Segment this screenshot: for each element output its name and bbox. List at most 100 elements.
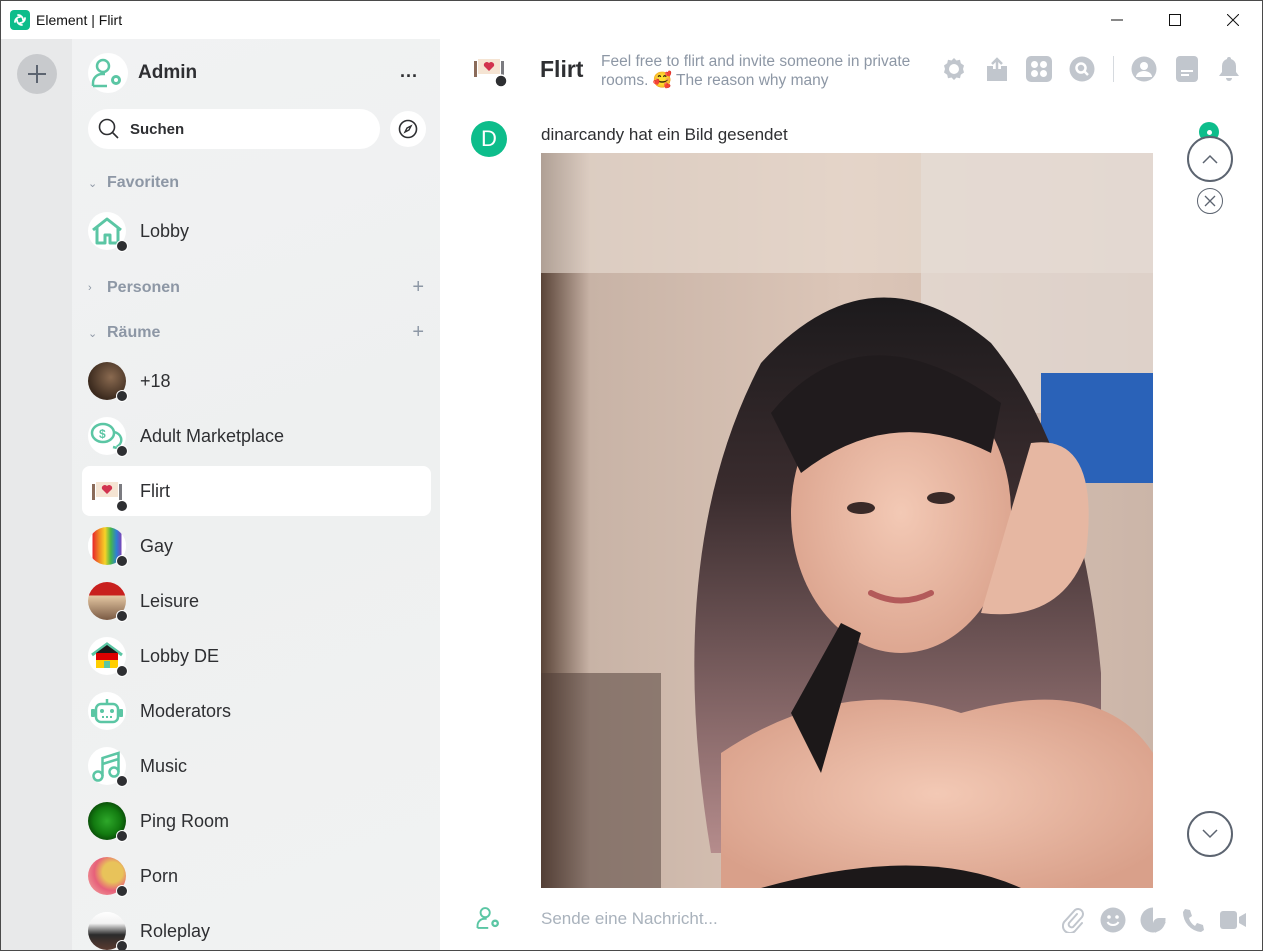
room-item[interactable]: Roleplay bbox=[82, 906, 431, 950]
user-avatar[interactable] bbox=[88, 53, 128, 93]
message-image[interactable] bbox=[541, 153, 1153, 888]
room-avatar bbox=[88, 637, 128, 677]
emoji-icon bbox=[1100, 907, 1126, 933]
svg-text:$: $ bbox=[99, 427, 106, 441]
explore-rooms-button[interactable] bbox=[390, 111, 426, 147]
close-icon bbox=[1204, 195, 1216, 207]
threads-button[interactable] bbox=[1173, 55, 1201, 83]
jump-to-unread-button[interactable] bbox=[1187, 136, 1233, 182]
emoji-button[interactable] bbox=[1100, 907, 1126, 933]
share-room-button[interactable] bbox=[983, 55, 1011, 83]
maximize-icon bbox=[1169, 14, 1181, 26]
room-name: Adult Marketplace bbox=[140, 425, 285, 446]
room-settings-button[interactable] bbox=[940, 55, 968, 83]
video-call-button[interactable] bbox=[1220, 907, 1246, 933]
room-avatar bbox=[88, 857, 128, 897]
search-placeholder: Suchen bbox=[130, 120, 185, 138]
video-call-icon bbox=[1220, 911, 1246, 929]
close-window-button[interactable] bbox=[1204, 1, 1262, 39]
jump-to-bottom-button[interactable] bbox=[1187, 811, 1233, 857]
room-name: Ping Room bbox=[140, 810, 230, 831]
dismiss-unread-button[interactable] bbox=[1197, 188, 1223, 214]
sticker-button[interactable] bbox=[1140, 907, 1166, 933]
search-icon bbox=[98, 118, 119, 139]
apps-button[interactable] bbox=[1025, 55, 1053, 83]
message-composer bbox=[440, 889, 1262, 950]
room-name: Lobby DE bbox=[140, 645, 220, 666]
room-item[interactable]: Lobby DE bbox=[82, 631, 431, 681]
add-person-button[interactable]: + bbox=[412, 276, 424, 298]
notifications-icon bbox=[1219, 57, 1239, 81]
timeline[interactable]: D dinarcandy hat ein Bild gesendet bbox=[440, 103, 1262, 889]
more-options-button[interactable]: ... bbox=[400, 61, 418, 82]
search-room-button[interactable] bbox=[1068, 55, 1096, 83]
attach-file-button[interactable] bbox=[1060, 907, 1086, 933]
sticker-icon bbox=[1140, 907, 1166, 933]
heart-sign-icon bbox=[474, 59, 508, 88]
section-people[interactable]: › Personen + bbox=[88, 276, 428, 300]
room-item[interactable]: Music bbox=[82, 741, 431, 791]
minimize-icon bbox=[1111, 19, 1123, 21]
chevron-down-icon: ⌄ bbox=[88, 327, 98, 340]
compass-icon bbox=[398, 119, 418, 139]
public-globe-icon bbox=[116, 775, 128, 787]
add-room-button[interactable]: + bbox=[412, 321, 424, 343]
room-avatar bbox=[88, 362, 128, 402]
room-list-panel: Admin ... Suchen ⌄ Favoriten Lobby › Per… bbox=[72, 39, 440, 950]
room-avatar bbox=[88, 912, 128, 950]
notifications-button[interactable] bbox=[1215, 55, 1243, 83]
attachment-icon bbox=[1062, 908, 1084, 933]
member-list-button[interactable] bbox=[1130, 55, 1158, 83]
public-globe-icon bbox=[116, 940, 128, 950]
room-item[interactable]: Leisure bbox=[82, 576, 431, 626]
voice-call-button[interactable] bbox=[1180, 907, 1206, 933]
user-menu[interactable]: Admin ... bbox=[88, 53, 428, 93]
section-rooms[interactable]: ⌄ Räume + bbox=[88, 321, 428, 345]
close-icon bbox=[1227, 14, 1239, 26]
photo-content bbox=[541, 153, 1153, 888]
window-title: Element | Flirt bbox=[36, 12, 123, 28]
section-favorites[interactable]: ⌄ Favoriten bbox=[88, 171, 428, 195]
composer-user-avatar[interactable] bbox=[476, 906, 502, 932]
threads-icon bbox=[1175, 56, 1198, 82]
room-item-lobby[interactable]: Lobby bbox=[82, 206, 431, 256]
robot-icon bbox=[91, 699, 123, 724]
room-avatar bbox=[88, 582, 128, 622]
public-globe-icon bbox=[116, 885, 128, 897]
room-avatar bbox=[88, 692, 126, 730]
minimize-button[interactable] bbox=[1088, 1, 1146, 39]
room-avatar: $ bbox=[88, 417, 128, 457]
room-name: Moderators bbox=[140, 700, 232, 721]
chevron-up-icon bbox=[1202, 154, 1218, 164]
room-name: +18 bbox=[140, 370, 171, 391]
room-search-input[interactable]: Suchen bbox=[88, 109, 380, 149]
section-label: Räume bbox=[107, 324, 161, 341]
element-logo-icon bbox=[10, 10, 30, 30]
room-item-flirt-active[interactable]: Flirt bbox=[82, 466, 431, 516]
sender-avatar[interactable]: D bbox=[471, 121, 507, 157]
header-divider bbox=[1113, 56, 1114, 82]
people-icon bbox=[1131, 56, 1157, 82]
create-space-button[interactable] bbox=[17, 54, 57, 94]
message-input[interactable] bbox=[541, 909, 1021, 929]
room-item[interactable]: Porn bbox=[82, 851, 431, 901]
section-label: Personen bbox=[107, 279, 180, 296]
room-item[interactable]: $ Adult Marketplace bbox=[82, 411, 431, 461]
section-label: Favoriten bbox=[107, 174, 180, 191]
room-item[interactable]: Gay bbox=[82, 521, 431, 571]
maximize-button[interactable] bbox=[1146, 1, 1204, 39]
share-icon bbox=[986, 57, 1007, 81]
room-item[interactable]: Moderators bbox=[82, 686, 431, 736]
room-topic[interactable]: Feel free to flirt and invite someone in… bbox=[601, 52, 921, 90]
space-panel bbox=[1, 39, 72, 950]
room-avatar bbox=[88, 747, 128, 787]
room-header-avatar[interactable] bbox=[472, 53, 508, 88]
room-item[interactable]: Ping Room bbox=[82, 796, 431, 846]
public-globe-icon bbox=[116, 445, 128, 457]
event-text: dinarcandy hat ein Bild gesendet bbox=[541, 125, 788, 144]
room-name: Porn bbox=[140, 865, 179, 886]
room-name: Roleplay bbox=[140, 920, 211, 941]
room-item[interactable]: +18 bbox=[82, 356, 431, 406]
room-name-heading[interactable]: Flirt bbox=[540, 56, 583, 83]
user-gear-icon bbox=[91, 58, 121, 88]
